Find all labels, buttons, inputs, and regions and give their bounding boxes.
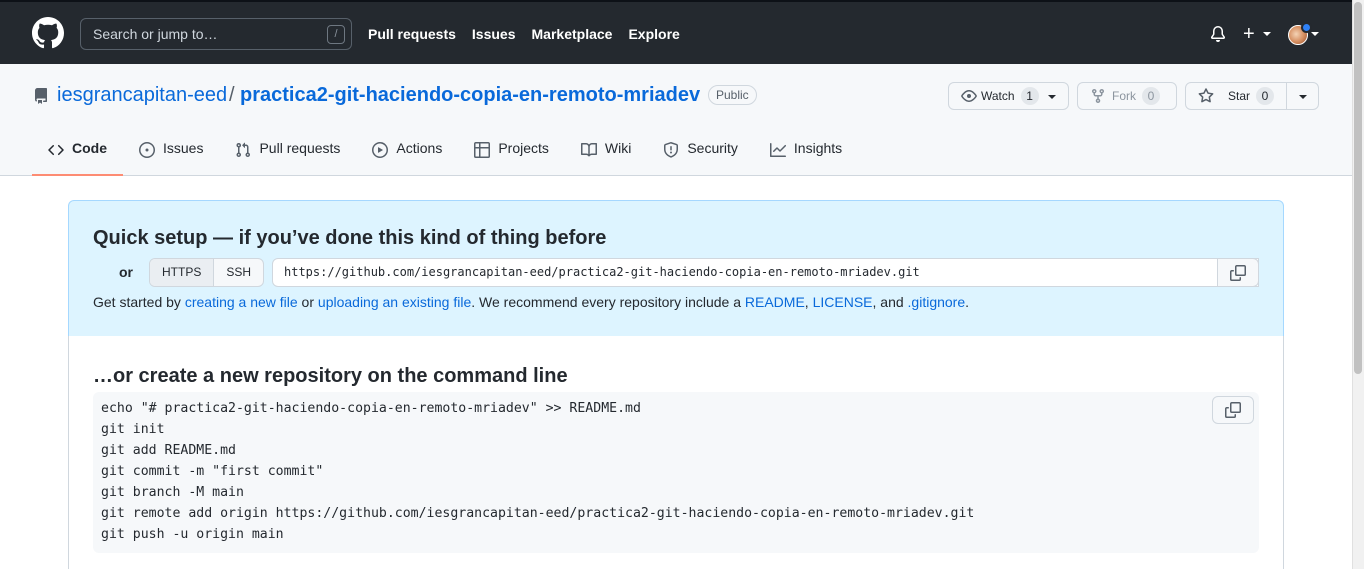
clone-url-input[interactable]: https://github.com/iesgrancapitan-eed/pr… bbox=[272, 258, 1259, 287]
or-label: or bbox=[119, 264, 133, 280]
scrollbar-thumb[interactable] bbox=[1354, 2, 1362, 374]
tab-wiki[interactable]: Wiki bbox=[565, 140, 647, 176]
repo-owner-link[interactable]: iesgrancapitan-eed bbox=[57, 84, 227, 107]
tab-label: Insights bbox=[793, 140, 843, 156]
issue-icon bbox=[139, 142, 155, 158]
gitignore-link[interactable]: .gitignore bbox=[908, 294, 966, 310]
plus-icon: + bbox=[1243, 23, 1255, 45]
star-icon bbox=[1198, 88, 1214, 103]
copy-icon bbox=[1225, 402, 1241, 418]
repository-header: iesgrancapitan-eed / practica2-git-hacie… bbox=[0, 64, 1352, 176]
help-text-part: , and bbox=[872, 294, 908, 310]
tab-label: Issues bbox=[163, 140, 204, 156]
tab-label: Wiki bbox=[604, 140, 632, 156]
eye-icon bbox=[961, 90, 977, 102]
search-placeholder: Search or jump to… bbox=[93, 26, 218, 42]
nav-issues[interactable]: Issues bbox=[472, 26, 516, 42]
search-input[interactable]: Search or jump to… / bbox=[80, 18, 352, 50]
code-line: git commit -m "first commit" bbox=[101, 464, 324, 479]
quick-setup-title: Quick setup — if you’ve done this kind o… bbox=[93, 227, 607, 249]
copy-url-button[interactable] bbox=[1217, 258, 1259, 287]
code-line: echo "# practica2-git-haciendo-copia-en-… bbox=[101, 401, 641, 416]
github-logo-icon[interactable] bbox=[32, 17, 64, 49]
ssh-button[interactable]: SSH bbox=[214, 259, 263, 286]
command-code-block: echo "# practica2-git-haciendo-copia-en-… bbox=[93, 392, 1259, 553]
tab-insights[interactable]: Insights bbox=[754, 140, 858, 176]
tab-label: Pull requests bbox=[259, 140, 341, 156]
repo-name-link[interactable]: practica2-git-haciendo-copia-en-remoto-m… bbox=[240, 84, 700, 107]
star-button[interactable]: Star 0 bbox=[1185, 82, 1319, 110]
quick-setup-panel: Quick setup — if you’ve done this kind o… bbox=[68, 200, 1284, 337]
help-text-part: , bbox=[804, 294, 813, 310]
help-text-part: . We recommend every repository include … bbox=[471, 294, 745, 310]
code-line: git branch -M main bbox=[101, 485, 244, 500]
upload-existing-file-link[interactable]: uploading an existing file bbox=[318, 294, 471, 310]
https-button[interactable]: HTTPS bbox=[150, 259, 215, 286]
global-nav: Pull requests Issues Marketplace Explore bbox=[368, 26, 696, 42]
command-line-title: …or create a new repository on the comma… bbox=[93, 365, 568, 387]
help-text-part: . bbox=[965, 294, 970, 310]
tab-label: Security bbox=[687, 140, 738, 156]
command-line-section: …or create a new repository on the comma… bbox=[68, 336, 1284, 569]
chevron-down-icon bbox=[1048, 95, 1056, 99]
global-header: Search or jump to… / Pull requests Issue… bbox=[0, 0, 1352, 64]
code-icon bbox=[48, 144, 64, 156]
visibility-badge: Public bbox=[708, 85, 757, 105]
button-divider bbox=[1286, 83, 1287, 109]
fork-button[interactable]: Fork 0 bbox=[1077, 82, 1177, 110]
chevron-down-icon bbox=[1311, 32, 1319, 36]
creating-new-file-link[interactable]: creating a new file bbox=[185, 294, 298, 310]
code-lines: echo "# practica2-git-haciendo-copia-en-… bbox=[101, 398, 974, 545]
shield-icon bbox=[664, 142, 679, 158]
code-line: git push -u origin main bbox=[101, 527, 284, 542]
repo-path-separator: / bbox=[229, 84, 235, 106]
code-line: git add README.md bbox=[101, 443, 236, 458]
tab-actions[interactable]: Actions bbox=[356, 140, 458, 176]
watch-label: Watch bbox=[981, 89, 1015, 103]
book-icon bbox=[580, 142, 597, 157]
tab-code[interactable]: Code bbox=[32, 140, 123, 176]
help-text-part: or bbox=[297, 294, 318, 310]
license-link[interactable]: LICENSE bbox=[813, 294, 873, 310]
star-label: Star bbox=[1228, 89, 1251, 103]
play-icon bbox=[372, 142, 389, 158]
star-count: 0 bbox=[1256, 87, 1275, 105]
help-text-part: Get started by bbox=[93, 294, 185, 310]
code-line: git init bbox=[101, 422, 165, 437]
code-line: git remote add origin https://github.com… bbox=[101, 506, 975, 521]
table-icon bbox=[474, 142, 491, 158]
readme-link[interactable]: README bbox=[745, 294, 805, 310]
copy-icon bbox=[1230, 264, 1246, 281]
repo-tabs: Code Issues Pull requests Actions Projec… bbox=[32, 140, 858, 176]
tab-security[interactable]: Security bbox=[647, 140, 754, 176]
tab-pull-requests[interactable]: Pull requests bbox=[219, 140, 356, 176]
fork-count: 0 bbox=[1142, 87, 1160, 105]
search-shortcut-key: / bbox=[327, 25, 345, 44]
watch-button[interactable]: Watch 1 bbox=[948, 82, 1069, 110]
clone-protocol-toggle: HTTPS SSH bbox=[149, 258, 265, 287]
graph-icon bbox=[769, 143, 786, 157]
tab-projects[interactable]: Projects bbox=[458, 140, 565, 176]
nav-pull-requests[interactable]: Pull requests bbox=[368, 26, 456, 42]
tab-issues[interactable]: Issues bbox=[123, 140, 219, 176]
fork-icon bbox=[1092, 89, 1104, 104]
bell-icon[interactable] bbox=[1210, 26, 1226, 42]
chevron-down-icon[interactable] bbox=[1299, 95, 1307, 99]
nav-marketplace[interactable]: Marketplace bbox=[532, 26, 613, 42]
pull-request-icon bbox=[236, 142, 251, 158]
repo-icon bbox=[35, 88, 47, 104]
nav-explore[interactable]: Explore bbox=[628, 26, 679, 42]
fork-label: Fork bbox=[1112, 89, 1136, 103]
quick-setup-help-text: Get started by creating a new file or up… bbox=[93, 294, 969, 310]
tab-label: Actions bbox=[396, 140, 443, 156]
tab-label: Code bbox=[72, 140, 107, 156]
tab-label: Projects bbox=[498, 140, 549, 156]
copy-commands-button[interactable] bbox=[1212, 396, 1254, 424]
watch-count: 1 bbox=[1020, 87, 1039, 105]
chevron-down-icon bbox=[1263, 32, 1271, 36]
